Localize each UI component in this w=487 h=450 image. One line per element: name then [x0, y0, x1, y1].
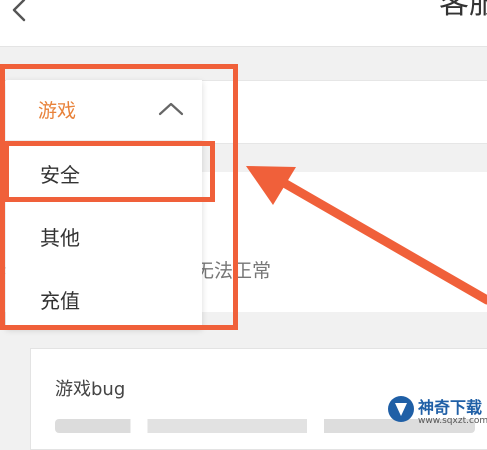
watermark-title: 神奇下载: [418, 398, 483, 417]
watermark: 神奇下载 www.sqxzt.com: [386, 388, 487, 433]
watermark-logo-icon: [388, 396, 414, 422]
pointer-arrow: [246, 166, 487, 305]
watermark-url: www.sqxzt.com: [418, 416, 487, 426]
